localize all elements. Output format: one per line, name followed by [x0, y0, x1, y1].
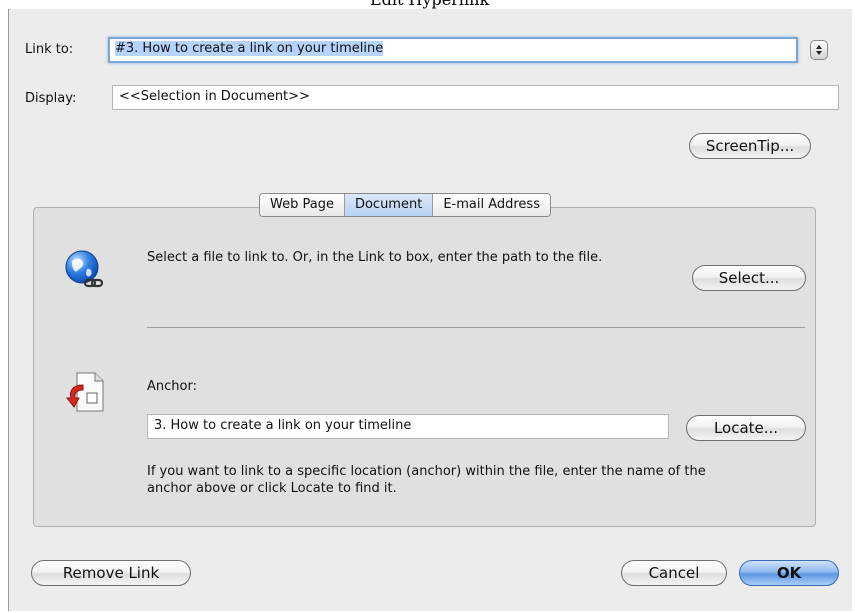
cancel-button[interactable]: Cancel	[621, 560, 727, 586]
display-value: <<Selection in Document>>	[119, 89, 310, 104]
ok-button[interactable]: OK	[739, 560, 839, 586]
anchor-help-text: If you want to link to a specific locati…	[147, 464, 706, 496]
edit-hyperlink-dialog: Link to: #3. How to create a link on you…	[8, 9, 852, 611]
link-to-field[interactable]: #3. How to create a link on your timelin…	[108, 37, 798, 63]
link-to-label: Link to:	[25, 42, 74, 57]
anchor-field[interactable]: 3. How to create a link on your timeline	[147, 414, 669, 439]
select-button[interactable]: Select...	[692, 265, 806, 291]
anchor-label: Anchor:	[147, 379, 197, 394]
display-label: Display:	[25, 91, 77, 106]
remove-link-button[interactable]: Remove Link	[31, 560, 191, 586]
tab-email-address[interactable]: E-mail Address	[432, 194, 550, 216]
section-divider	[147, 327, 805, 328]
tab-web-page[interactable]: Web Page	[260, 194, 344, 216]
globe-link-icon	[63, 249, 107, 291]
link-type-tabs: Web Page Document E-mail Address	[259, 193, 551, 217]
document-anchor-icon	[65, 371, 107, 415]
screentip-button[interactable]: ScreenTip...	[689, 133, 811, 159]
display-field[interactable]: <<Selection in Document>>	[112, 85, 839, 110]
link-to-popup-stepper[interactable]	[810, 40, 828, 60]
link-to-value: #3. How to create a link on your timelin…	[115, 41, 384, 56]
select-instruction: Select a file to link to. Or, in the Lin…	[147, 250, 603, 265]
locate-button[interactable]: Locate...	[686, 415, 806, 441]
anchor-value: 3. How to create a link on your timeline	[154, 418, 412, 433]
window-title-strip: Edit Hyperlink	[0, 0, 855, 9]
tab-document[interactable]: Document	[343, 194, 433, 216]
window-title: Edit Hyperlink	[370, 0, 489, 9]
